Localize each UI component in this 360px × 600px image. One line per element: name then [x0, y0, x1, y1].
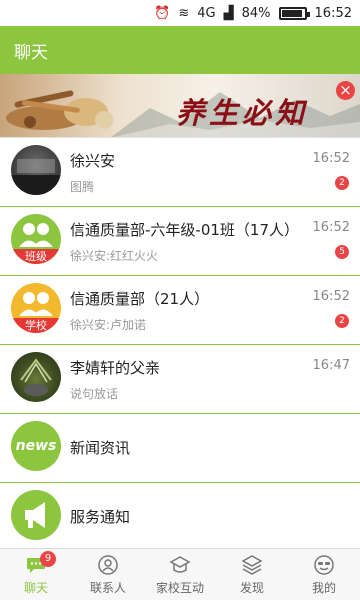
conversation-name: 服务通知: [70, 508, 131, 526]
conversation-list: 徐兴安 图腾 16:52 2 班级 信通质量部-六年级-01班（17人） 徐兴安…: [0, 138, 360, 552]
conversation-row[interactable]: 班级 信通质量部-六年级-01班（17人） 徐兴安:红红火火 16:52 5: [0, 207, 360, 276]
network-label: 4G: [197, 5, 216, 21]
tab-profile[interactable]: 我的: [288, 549, 360, 600]
unread-badge: 2: [335, 314, 349, 328]
conversation-name: 新闻资讯: [70, 439, 131, 457]
avatar: 班级: [11, 214, 61, 264]
alarm-icon: ⏰: [154, 5, 171, 21]
avatar-tag: 学校: [11, 318, 61, 333]
news-icon: news: [11, 421, 61, 471]
conversation-name: 徐兴安: [70, 152, 116, 170]
unread-badge: 5: [335, 245, 349, 259]
unread-badge: 2: [335, 176, 349, 190]
page-title: 聊天: [14, 42, 48, 63]
conversation-preview: 说句放话: [70, 387, 119, 401]
plant-icon: [20, 358, 52, 396]
signal-icon: ▟: [223, 5, 234, 21]
conversation-preview: 徐兴安:红红火火: [70, 249, 159, 263]
conversation-preview: 徐兴安:卢加诺: [70, 318, 147, 332]
avatar-tag: 班级: [11, 249, 61, 264]
tab-bar: 聊天 9 联系人 家校互动 发现 我的: [0, 548, 360, 600]
school-icon: [169, 556, 191, 573]
tab-chat[interactable]: 聊天 9: [0, 549, 72, 600]
conversation-name: 李婧轩的父亲: [70, 359, 161, 377]
tab-label: 聊天: [23, 581, 48, 595]
conversation-time: 16:47: [312, 358, 350, 373]
status-time: 16:52: [314, 5, 352, 21]
battery-percent: 84%: [241, 5, 271, 21]
conversation-name: 信通质量部-六年级-01班（17人）: [70, 221, 300, 239]
conversation-preview: 图腾: [70, 180, 95, 194]
conversation-time: 16:52: [312, 289, 350, 304]
tab-discover[interactable]: 发现: [216, 549, 288, 600]
conversation-row[interactable]: 徐兴安 图腾 16:52 2: [0, 138, 360, 207]
conversation-row[interactable]: 学校 信通质量部（21人） 徐兴安:卢加诺 16:52 2: [0, 276, 360, 345]
tab-badge: 9: [40, 551, 56, 567]
wifi-icon: ≋: [178, 5, 190, 21]
profile-icon: [314, 555, 334, 575]
banner-title: 养生必知: [176, 96, 309, 130]
tab-contacts[interactable]: 联系人: [72, 549, 144, 600]
discover-icon: [241, 555, 263, 575]
conversation-row[interactable]: 服务通知: [0, 483, 360, 552]
tab-label: 发现: [239, 581, 264, 595]
photo-icon: [11, 159, 61, 195]
close-icon[interactable]: ×: [336, 81, 355, 100]
tab-label: 家校互动: [155, 581, 204, 595]
avatar: [11, 145, 61, 195]
promo-banner[interactable]: 养生必知 ×: [0, 74, 360, 138]
battery-icon: [278, 6, 310, 20]
tab-label: 联系人: [89, 581, 126, 595]
header-bar: 聊天: [0, 26, 360, 74]
tab-school[interactable]: 家校互动: [144, 549, 216, 600]
avatar: 学校: [11, 283, 61, 333]
conversation-row[interactable]: news 新闻资讯: [0, 414, 360, 483]
conversation-row[interactable]: 李婧轩的父亲 说句放话 16:47: [0, 345, 360, 414]
megaphone-icon: [25, 502, 45, 528]
avatar: [11, 490, 61, 540]
conversation-time: 16:52: [312, 220, 350, 235]
conversation-time: 16:52: [312, 151, 350, 166]
tab-label: 我的: [311, 581, 336, 595]
herbs-illustration: [6, 90, 113, 130]
contacts-icon: [98, 555, 118, 575]
status-bar: ⏰ ≋ 4G ▟ 84% 16:52: [0, 0, 360, 26]
avatar: [11, 352, 61, 402]
conversation-name: 信通质量部（21人）: [70, 290, 210, 308]
